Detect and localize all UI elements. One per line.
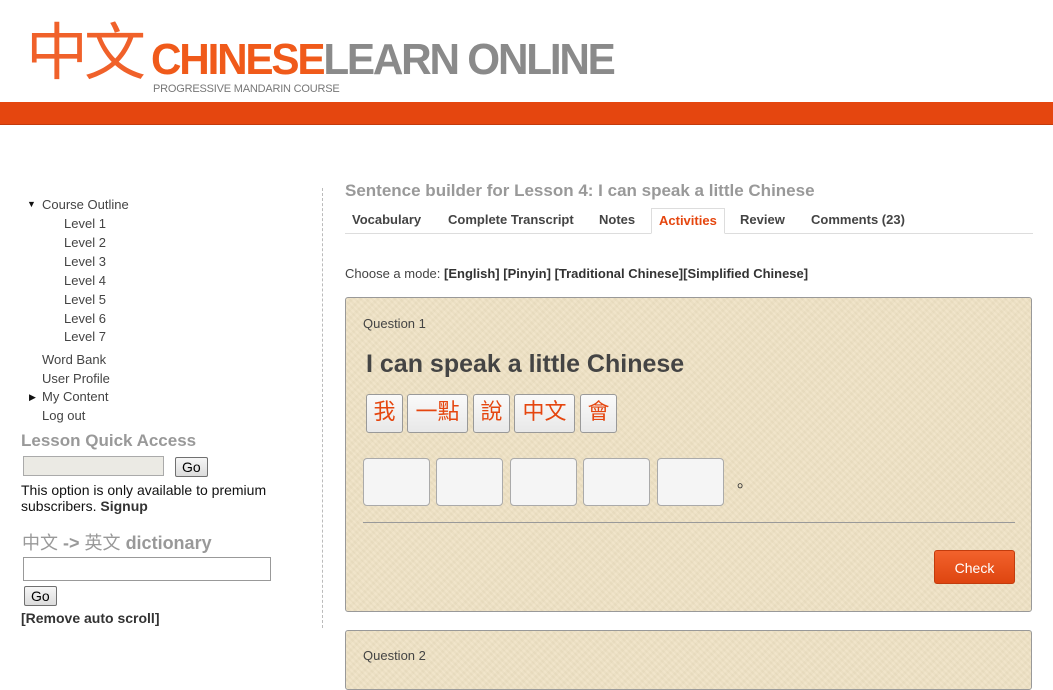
sidebar-item-level-6[interactable]: Level 6 [64,311,106,327]
remove-auto-scroll-link[interactable]: [Remove auto scroll] [21,610,159,626]
premium-note: This option is only available to premium… [21,482,281,514]
sidebar-item-word-bank[interactable]: Word Bank [42,352,106,368]
dictionary-title-cn2: 英文 [84,533,121,554]
tab-vocabulary[interactable]: Vocabulary [345,208,428,232]
mode-simplified-link[interactable]: [Simplified Chinese] [683,266,808,281]
sidebar-item-log-out[interactable]: Log out [42,408,85,424]
question-card: Question 2 [345,630,1032,690]
mode-english-link[interactable]: [English] [444,266,500,281]
mode-selector: Choose a mode: [English] [Pinyin] [Tradi… [345,266,808,281]
question-label: Question 2 [363,648,426,663]
dictionary-title: 中文 -> 英文 dictionary [22,529,212,555]
lesson-quick-access-title: Lesson Quick Access [21,431,197,450]
tab-activities[interactable]: Activities [651,208,725,234]
question-sentence: I can speak a little Chinese [366,350,685,378]
sentence-period: 。 [737,474,754,491]
mode-prefix: Choose a mode: [345,266,441,281]
quick-access-go-button[interactable]: Go [175,457,208,477]
word-chip[interactable]: 中文 [514,394,575,433]
signup-link[interactable]: Signup [100,498,147,514]
mode-pinyin-link[interactable]: [Pinyin] [503,266,551,281]
sidebar-divider [322,188,323,628]
triangle-right-icon[interactable]: ▶ [29,392,36,403]
logo-chinese-characters[interactable]: 中文 [26,18,146,88]
tab-comments[interactable]: Comments (23) [804,208,912,232]
answer-slot[interactable] [657,458,724,506]
triangle-down-icon[interactable]: ▼ [27,199,36,209]
logo-subtitle: PROGRESSIVE MANDARIN COURSE [153,83,340,95]
remove-auto-scroll-label[interactable]: [Remove auto scroll] [21,610,159,626]
dictionary-title-cn1: 中文 [22,533,58,554]
sidebar-item-level-3[interactable]: Level 3 [64,254,106,270]
sidebar-item-level-1[interactable]: Level 1 [64,216,106,232]
sidebar-item-course-outline[interactable]: Course Outline [42,197,129,213]
sidebar: ▼ Course Outline Level 1 Level 2 Level 3… [0,188,323,630]
tab-review[interactable]: Review [733,208,792,232]
word-chip[interactable]: 說 [473,394,510,433]
site-header: 中文 CHINESELEARN ONLINE PROGRESSIVE MANDA… [0,0,1053,125]
dictionary-title-en: dictionary [125,533,212,553]
sidebar-item-my-content[interactable]: My Content [42,389,108,405]
word-chip[interactable]: 會 [580,394,617,433]
logo-title[interactable]: CHINESELEARN ONLINE [151,35,616,84]
question-divider [363,522,1015,523]
sidebar-item-level-5[interactable]: Level 5 [64,292,106,308]
question-card: Question 1 I can speak a little Chinese … [345,297,1032,612]
answer-slot[interactable] [436,458,503,506]
page-title: Sentence builder for Lesson 4: I can spe… [345,181,815,200]
word-chip[interactable]: 一點 [407,394,468,433]
answer-slot[interactable] [363,458,430,506]
header-accent-bar [0,102,1053,125]
answer-slot[interactable] [583,458,650,506]
lesson-quick-access-input[interactable] [23,456,164,476]
sidebar-item-user-profile[interactable]: User Profile [42,371,110,387]
dictionary-title-arrow: -> [63,533,80,553]
word-chip[interactable]: 我 [366,394,403,433]
sidebar-item-level-4[interactable]: Level 4 [64,273,106,289]
dictionary-search-input[interactable] [23,557,271,581]
check-button[interactable]: Check [934,550,1015,584]
logo-title-learn-online: LEARN ONLINE [323,35,616,84]
answer-slot[interactable] [510,458,577,506]
sidebar-item-level-7[interactable]: Level 7 [64,329,106,345]
lesson-tabs: Vocabulary Complete Transcript Notes Act… [345,208,1033,234]
question-label: Question 1 [363,316,426,331]
tab-complete-transcript[interactable]: Complete Transcript [441,208,581,232]
logo-title-chinese: CHINESE [151,35,326,84]
dictionary-go-button[interactable]: Go [24,586,57,606]
sidebar-item-level-2[interactable]: Level 2 [64,235,106,251]
mode-traditional-link[interactable]: [Traditional Chinese] [555,266,684,281]
tab-notes[interactable]: Notes [592,208,642,232]
